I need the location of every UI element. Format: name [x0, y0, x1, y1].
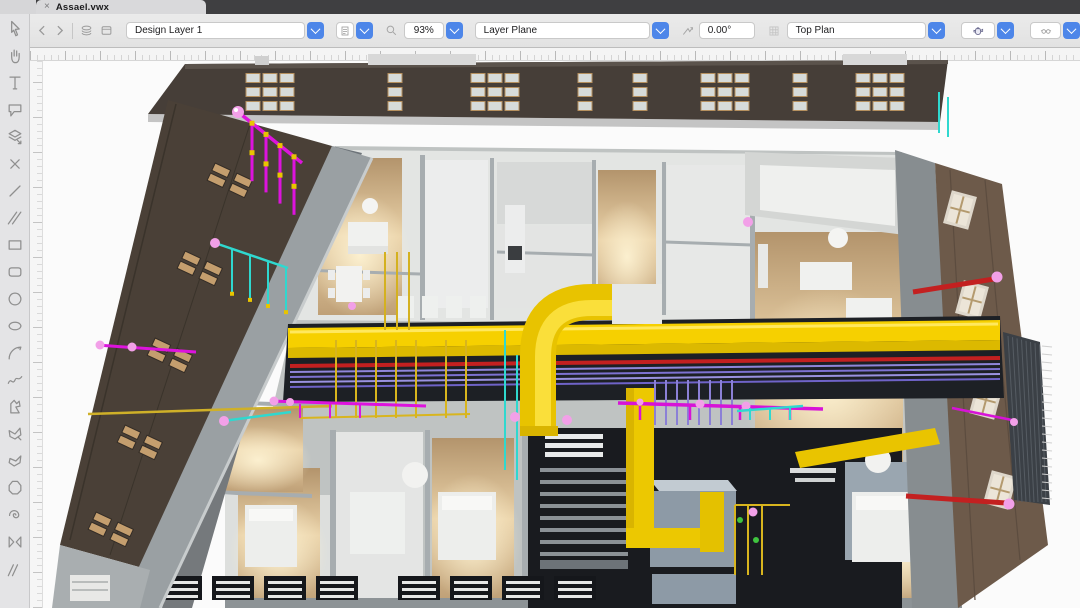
tool-circle[interactable]: [4, 288, 26, 310]
angle-snap-icon[interactable]: [681, 24, 695, 38]
chevron-down-icon: [655, 24, 666, 35]
line-icon: [8, 185, 21, 197]
zoom-chevron-button[interactable]: [445, 22, 463, 39]
back-button[interactable]: [36, 24, 49, 37]
rotation-angle-value: 0.00°: [707, 25, 732, 36]
delete-icon: [9, 159, 20, 169]
tab-title: Assael.vwx: [55, 1, 110, 13]
chevron-down-icon: [931, 24, 942, 35]
tool-callout[interactable]: [4, 99, 26, 121]
tool-selection[interactable]: [4, 18, 26, 40]
chevron-down-icon: [310, 24, 321, 35]
view-select[interactable]: Top Plan: [786, 22, 926, 39]
toolbar-separator: [72, 22, 74, 39]
tool-arc[interactable]: [4, 342, 26, 364]
regular-polygon-icon: [8, 480, 21, 495]
forward-button[interactable]: [53, 24, 66, 37]
selection-icon: [10, 20, 20, 37]
render-mode-chevron-button[interactable]: [997, 22, 1015, 39]
ellipse-icon: [8, 321, 21, 331]
plane-mode-value: Layer Plane: [483, 25, 538, 36]
tab-close-icon[interactable]: ×: [44, 2, 50, 12]
layers-icon[interactable]: [79, 23, 94, 38]
glasses-icon: [1040, 28, 1051, 34]
tool-line[interactable]: [4, 180, 26, 202]
zoom-level-field[interactable]: 93%: [403, 22, 444, 39]
visibility-chevron-button[interactable]: [1063, 22, 1080, 39]
zoom-search-icon[interactable]: [385, 24, 398, 37]
rounded-rectangle-icon: [8, 267, 21, 277]
pan-icon: [10, 49, 20, 64]
zoom-level-value: 93%: [413, 25, 434, 36]
tool-pan[interactable]: [4, 45, 26, 67]
tool-hatch[interactable]: [4, 558, 26, 580]
tool-spiral[interactable]: [4, 504, 26, 526]
tool-rounded-rectangle[interactable]: [4, 261, 26, 283]
double-line-icon: [7, 211, 21, 225]
working-plane-icon: [8, 129, 21, 145]
plane-mode-select[interactable]: Layer Plane: [474, 22, 650, 39]
teapot-icon: [973, 26, 983, 35]
spiral-icon: [8, 510, 19, 519]
tool-rectangle[interactable]: [4, 234, 26, 256]
design-layer-select[interactable]: Design Layer 1: [126, 22, 305, 39]
chevron-down-icon: [1066, 24, 1077, 35]
visibility-button[interactable]: [1030, 22, 1062, 39]
tab-bar-left-pad: [0, 0, 36, 14]
callout-icon: [8, 104, 21, 117]
circle-icon: [8, 292, 21, 306]
plane-mode-chevron-button[interactable]: [651, 22, 669, 39]
design-layer-value: Design Layer 1: [135, 25, 203, 36]
render-mode-button[interactable]: [960, 22, 996, 39]
view-select-value: Top Plan: [795, 25, 835, 36]
polyline-icon: [9, 399, 21, 414]
chevron-down-icon: [449, 24, 460, 35]
arc-icon: [8, 346, 21, 360]
tool-mirror[interactable]: [4, 531, 26, 553]
sheet-layer-button[interactable]: [335, 22, 354, 39]
tool-polygon[interactable]: [4, 450, 26, 472]
rotation-angle-field[interactable]: 0.00°: [698, 22, 755, 39]
rectangle-icon: [8, 240, 21, 250]
chevron-down-icon: [359, 24, 370, 35]
tool-palette: [0, 14, 30, 608]
new-design-layer-icon[interactable]: [99, 23, 114, 38]
window-tab-bar: × Assael.vwx: [0, 0, 1080, 14]
view-toolbar: Design Layer 1 93% Layer Plane 0.00° Top…: [0, 14, 1080, 48]
tool-delete[interactable]: [4, 153, 26, 175]
design-layer-chevron-button[interactable]: [306, 22, 324, 39]
tool-ellipse[interactable]: [4, 315, 26, 337]
freehand-icon: [7, 376, 22, 384]
building-3d-render: [52, 54, 1053, 608]
text-icon: [8, 76, 21, 90]
polygon-icon: [8, 455, 21, 467]
tool-text[interactable]: [4, 72, 26, 94]
hatch-icon: [7, 564, 18, 577]
tool-polyline[interactable]: [4, 396, 26, 418]
tool-freehand[interactable]: [4, 369, 26, 391]
vectorworks-window: { "window": { "tab_title": "Assael.vwx",…: [0, 0, 1080, 608]
roof-facade: [148, 54, 948, 130]
tool-double-line[interactable]: [4, 207, 26, 229]
view-chevron-button[interactable]: [927, 22, 945, 39]
mirror-icon: [8, 536, 21, 548]
reshape-polygon-icon: [8, 427, 21, 441]
tool-working-plane[interactable]: [4, 126, 26, 148]
sheet-layer-chevron-button[interactable]: [355, 22, 373, 39]
tool-regular-polygon[interactable]: [4, 477, 26, 499]
tool-reshape-polygon[interactable]: [4, 423, 26, 445]
document-tab[interactable]: × Assael.vwx: [36, 0, 206, 14]
grid-icon[interactable]: [767, 24, 781, 38]
chevron-down-icon: [1000, 24, 1011, 35]
